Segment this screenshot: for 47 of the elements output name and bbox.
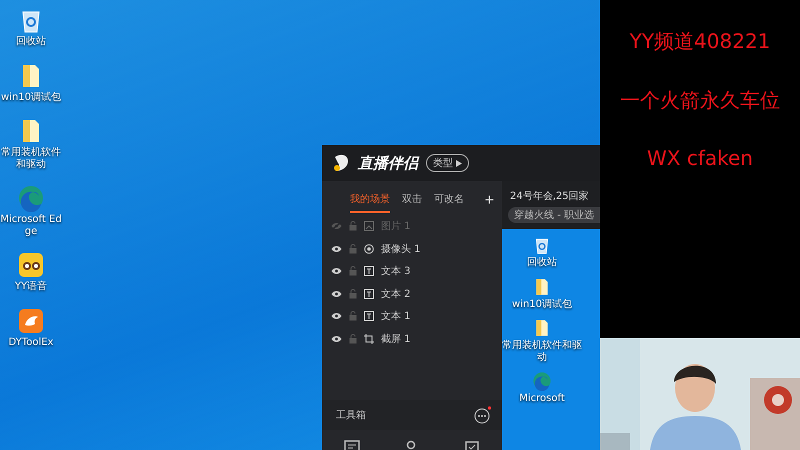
desktop-icon-label[interactable]: DYToolEx (8, 336, 54, 348)
toolbox-label: 工具箱 (336, 409, 366, 422)
eye-icon[interactable] (331, 290, 342, 298)
eye-icon[interactable] (331, 334, 342, 343)
eye-icon[interactable] (331, 312, 342, 320)
overlay-text: WX cfaken (647, 146, 753, 170)
list-icon[interactable] (344, 440, 360, 450)
preview-icon-label: Microsoft (519, 393, 565, 404)
desktop-icon-label[interactable]: Microsoft Edge (0, 214, 62, 237)
eye-icon[interactable] (331, 267, 342, 276)
overlay-text: YY频道408221 (630, 28, 770, 55)
more-icon[interactable] (474, 406, 492, 424)
type-button[interactable]: 类型 (426, 154, 469, 172)
edge-logo-icon (532, 371, 552, 391)
preview-icon-label: 回收站 (527, 257, 558, 268)
layer-name[interactable]: 摄像头 1 (381, 242, 421, 256)
desktop-icon-label[interactable]: win10调试包 (0, 92, 62, 103)
scene-tab[interactable]: 双击 (402, 190, 422, 212)
image-icon (364, 221, 374, 232)
app-brand: 直播伴侣 (358, 154, 418, 172)
layer-name[interactable]: 截屏 1 (381, 332, 411, 346)
layer-name[interactable]: 文本 3 (381, 264, 411, 278)
mascot-logo-icon (332, 153, 350, 173)
fish-logo-icon (17, 306, 45, 334)
layer-name[interactable]: 文本 1 (381, 309, 411, 324)
overlay-text: 一个火箭永久车位 (620, 87, 780, 114)
edge-logo-icon (17, 184, 45, 212)
desktop-icon-label[interactable]: 常用装机软件和驱动 (0, 147, 62, 170)
scene-tab[interactable]: 我的场景 (350, 190, 390, 212)
raccoon-icon (17, 251, 45, 279)
preview-icon-label: win10调试包 (512, 298, 572, 310)
text-icon (364, 288, 374, 299)
desktop-icon-label[interactable]: 回收站 (16, 36, 46, 48)
crop-icon (364, 334, 374, 344)
scene-tab[interactable]: 可改名 (434, 190, 464, 212)
game-category-tag[interactable]: 穿越火线 - 职业选 (508, 207, 600, 223)
camera-icon (364, 244, 374, 254)
text-icon (364, 311, 374, 322)
desktop-icon-label[interactable]: YY语音 (14, 281, 48, 292)
eye-icon[interactable] (331, 244, 342, 253)
clipboard-check-icon[interactable] (464, 440, 480, 450)
add-button[interactable]: + (484, 192, 494, 210)
play-icon (456, 160, 462, 166)
layer-name[interactable]: 文本 2 (381, 286, 411, 301)
preview-icon-label: 常用装机软件和驱动 (502, 340, 582, 363)
text-icon (364, 266, 374, 276)
scene-title: 24号年会,25回家 (509, 190, 590, 203)
